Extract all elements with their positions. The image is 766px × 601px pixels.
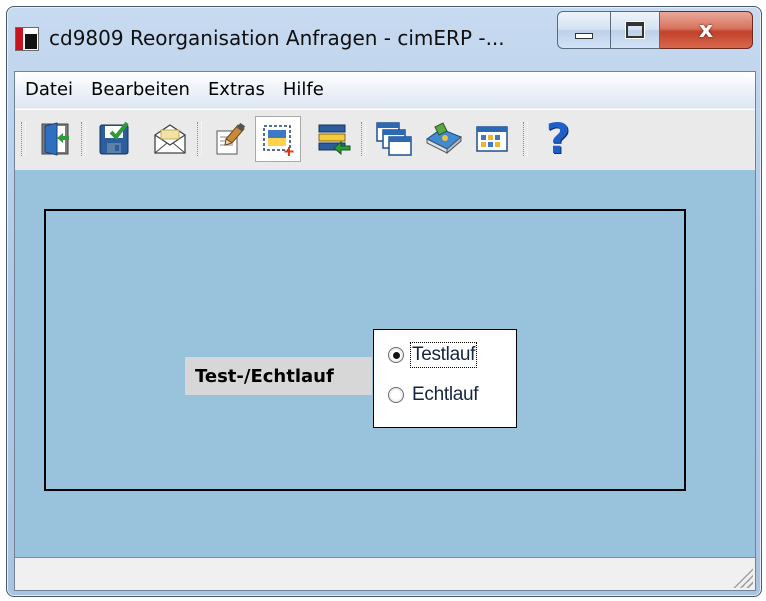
run-mode-radio-group: Testlauf Echtlauf [373, 329, 517, 428]
field-label-test-echtlauf: Test-/Echtlauf [185, 357, 372, 395]
resize-grip-icon[interactable] [731, 566, 753, 588]
close-icon: x [698, 17, 714, 43]
menu-bar: Datei Bearbeiten Extras Hilfe [15, 72, 755, 108]
title-bar[interactable]: cd9809 Reorganisation Anfragen - cimERP … [7, 7, 761, 67]
select-area-button[interactable] [255, 116, 301, 162]
logo-black-block [25, 34, 37, 49]
toolbar: ? [15, 109, 755, 171]
app-window: cd9809 Reorganisation Anfragen - cimERP … [6, 6, 762, 597]
toolbar-separator [361, 122, 366, 156]
minimize-button[interactable] [557, 11, 611, 49]
list-arrow-icon [318, 124, 351, 156]
menu-hilfe[interactable]: Hilfe [274, 72, 333, 108]
windows-button[interactable] [371, 116, 417, 162]
radio-option-testlauf[interactable]: Testlauf [388, 342, 478, 368]
edit-button[interactable] [207, 116, 253, 162]
help-icon: ? [545, 114, 571, 163]
group-box: Test-/Echtlauf Testlauf Echtlauf [44, 209, 686, 491]
select-area-icon [263, 125, 294, 156]
toolbar-separator [523, 122, 528, 156]
client-area: Datei Bearbeiten Extras Hilfe ? Test-/Ec… [14, 71, 756, 591]
form-panel: Test-/Echtlauf Testlauf Echtlauf [15, 170, 755, 558]
book-button[interactable] [421, 116, 467, 162]
logo-red-bar [16, 28, 23, 50]
list-transfer-button[interactable] [311, 116, 357, 162]
radio-label-testlauf[interactable]: Testlauf [409, 342, 478, 368]
exit-button[interactable] [33, 116, 79, 162]
save-button[interactable] [91, 116, 137, 162]
radio-option-echtlauf[interactable]: Echtlauf [388, 384, 479, 406]
radio-unselected-icon[interactable] [388, 387, 404, 403]
windows-cascade-icon [376, 122, 412, 156]
status-bar [15, 558, 755, 590]
toolbar-separator [81, 122, 86, 156]
close-button[interactable]: x [660, 11, 753, 49]
calendar-button[interactable] [469, 116, 515, 162]
help-button[interactable]: ? [535, 116, 581, 162]
radio-selected-icon[interactable] [388, 347, 404, 363]
menu-bearbeiten[interactable]: Bearbeiten [82, 72, 199, 108]
radio-dot [392, 351, 400, 359]
mail-button[interactable] [147, 116, 193, 162]
window-title: cd9809 Reorganisation Anfragen - cimERP … [49, 26, 505, 50]
caption-buttons: x [557, 11, 753, 49]
maximize-icon [626, 22, 644, 38]
radio-label-echtlauf[interactable]: Echtlauf [412, 384, 479, 406]
menu-datei[interactable]: Datei [15, 72, 82, 108]
book-icon [426, 122, 462, 155]
edit-document-icon [216, 122, 246, 155]
maximize-button[interactable] [611, 11, 660, 49]
toolbar-grip [21, 122, 26, 156]
calendar-grid-icon [476, 126, 508, 152]
toolbar-separator [197, 122, 202, 156]
exit-door-icon [41, 122, 69, 156]
mail-envelope-icon [154, 124, 186, 154]
save-disk-icon [99, 121, 129, 155]
app-logo-icon [15, 27, 39, 51]
minimize-icon [575, 33, 593, 39]
menu-extras[interactable]: Extras [199, 72, 274, 108]
